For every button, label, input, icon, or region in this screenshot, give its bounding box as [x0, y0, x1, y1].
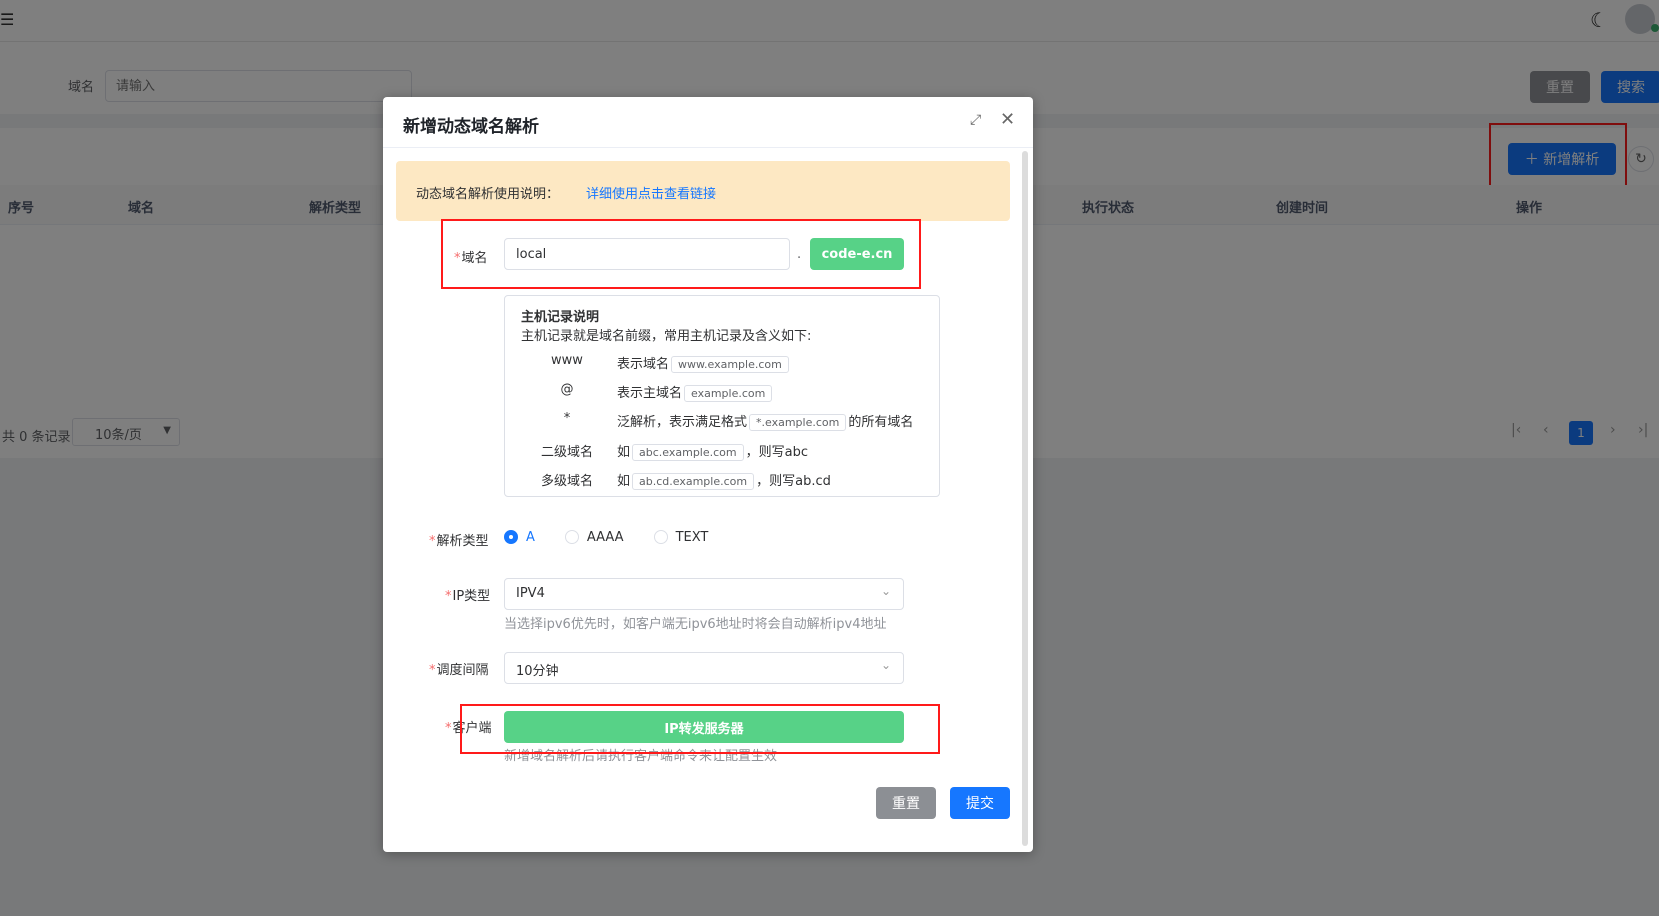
notice-link[interactable]: 详细使用点击查看链接	[586, 183, 716, 202]
dialog-scrollbar[interactable]	[1022, 151, 1028, 846]
ip-type-select[interactable]: IPV4 ⌄	[504, 578, 904, 610]
interval-label: *调度间隔	[429, 663, 489, 678]
record-type-radio-group: A AAAA TEXT	[504, 527, 738, 547]
host-help-row: @ 表示主域名 example.com	[505, 379, 941, 403]
fullscreen-icon[interactable]: ⤢	[970, 112, 981, 128]
add-ddns-dialog: 新增动态域名解析 ⤢ ✕ 动态域名解析使用说明： 详细使用点击查看链接 *域名 …	[383, 97, 1033, 852]
host-help-desc: 主机记录就是域名前缀，常用主机记录及含义如下:	[521, 329, 812, 344]
close-icon[interactable]: ✕	[1000, 109, 1015, 130]
annotation-highlight-domain	[441, 219, 921, 289]
host-help-title: 主机记录说明	[521, 310, 600, 325]
host-record-help: 主机记录说明 主机记录就是域名前缀，常用主机记录及含义如下: www 表示域名 w…	[504, 295, 940, 497]
radio-aaaa[interactable]: AAAA	[564, 530, 624, 545]
record-type-label: *解析类型	[429, 534, 489, 549]
dialog-title: 新增动态域名解析	[403, 117, 539, 137]
host-help-row: www 表示域名 www.example.com	[505, 350, 941, 374]
radio-a[interactable]: A	[504, 530, 535, 545]
host-help-row: 多级域名 如 ab.cd.example.com ，则写ab.cd	[540, 473, 831, 490]
ip-type-hint: 当选择ipv6优先时，如客户端无ipv6地址时将会自动解析ipv4地址	[504, 617, 887, 632]
chevron-down-icon: ⌄	[880, 584, 891, 598]
radio-text[interactable]: TEXT	[653, 530, 708, 545]
chevron-down-icon: ⌄	[880, 658, 891, 672]
ip-type-label: *IP类型	[445, 589, 491, 604]
dialog-header: 新增动态域名解析 ⤢ ✕	[383, 97, 1033, 148]
interval-select[interactable]: 10分钟 ⌄	[504, 652, 904, 684]
notice-label: 动态域名解析使用说明：	[416, 187, 560, 202]
dialog-reset-button[interactable]: 重置	[876, 787, 936, 819]
interval-value: 10分钟	[516, 664, 559, 679]
usage-notice: 动态域名解析使用说明： 详细使用点击查看链接	[396, 161, 1010, 221]
ip-type-value: IPV4	[516, 586, 545, 601]
annotation-highlight-client	[460, 704, 940, 754]
host-help-row: * 泛解析，表示满足格式 *.example.com 的所有域名	[563, 411, 914, 431]
host-help-row: 二级域名 如 abc.example.com ，则写abc	[540, 444, 808, 461]
dialog-submit-button[interactable]: 提交	[950, 787, 1010, 819]
